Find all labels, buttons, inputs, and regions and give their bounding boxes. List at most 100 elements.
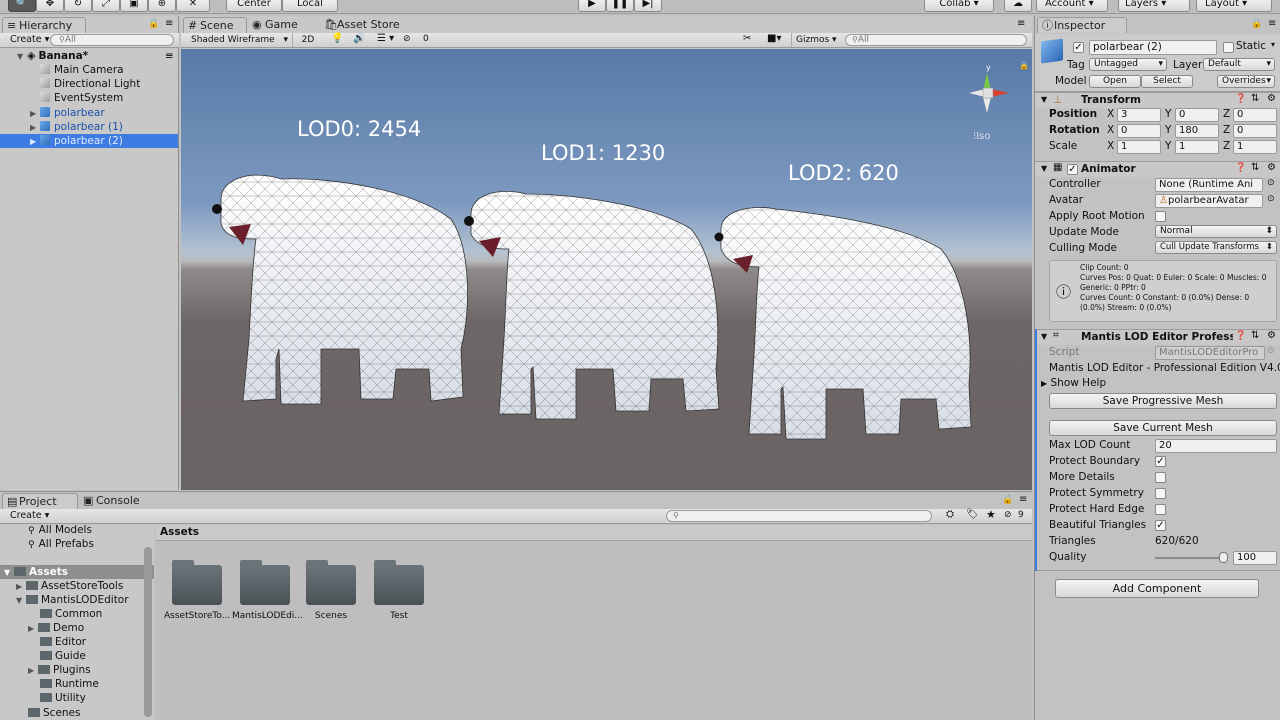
component-settings-icon[interactable]: ⚙ (1267, 162, 1276, 173)
cloud-button[interactable]: ☁ (1004, 0, 1032, 12)
active-checkbox[interactable]: ✓ (1073, 42, 1084, 53)
scene-menu-icon[interactable]: ≡ (165, 49, 174, 63)
folder-assetstoretools[interactable]: ▶ AssetStoreTools (16, 579, 123, 593)
hierarchy-item-directional-light[interactable]: Directional Light (40, 77, 140, 91)
controller-field[interactable]: None (Runtime Ani (1155, 178, 1263, 192)
layers-button[interactable]: Layers ▾ (1118, 0, 1190, 12)
asset-folder-scenes[interactable]: Scenes (302, 560, 366, 621)
static-checkbox[interactable] (1223, 42, 1234, 53)
camera-icon[interactable]: ■▾ (767, 33, 781, 44)
foldout-arrow-icon[interactable]: ▼ (1041, 164, 1047, 173)
help-icon[interactable]: ❓ (1235, 163, 1246, 173)
help-icon[interactable]: ❓ (1235, 331, 1246, 341)
collab-button[interactable]: Collab ▾ (924, 0, 994, 12)
pause-button[interactable]: ❚❚ (606, 0, 634, 12)
create-dropdown[interactable]: Create ▾ (10, 34, 49, 45)
layer-dropdown[interactable]: Default ▾ (1203, 58, 1275, 71)
rotation-x-field[interactable]: 0 (1117, 124, 1161, 138)
transform-tool-button[interactable]: ⊕ (148, 0, 176, 12)
breadcrumb-assets[interactable]: Assets (160, 526, 199, 538)
transform-header[interactable]: ▼ ⊥ Transform ❓ ⇅ ⚙ (1035, 92, 1280, 108)
preset-icon[interactable]: ⇅ (1251, 330, 1259, 341)
mantis-header[interactable]: ▼ ⌗ Mantis LOD Editor Professi ❓ ⇅ ⚙ (1035, 329, 1280, 345)
expand-arrow-icon[interactable]: ▶ (30, 107, 40, 121)
more-details-checkbox[interactable] (1155, 472, 1166, 483)
rotation-y-field[interactable]: 180 (1175, 124, 1219, 138)
project-search-input[interactable]: ⚲ (666, 510, 932, 522)
help-icon[interactable]: ❓ (1235, 94, 1246, 104)
hierarchy-item-polarbear-2[interactable]: ▶ polarbear (2) (0, 134, 178, 148)
tree-scrollbar[interactable] (144, 547, 152, 717)
expand-arrow-icon[interactable]: ▶ (28, 664, 38, 678)
culling-mode-dropdown[interactable]: Cull Update Transforms ⬍ (1155, 241, 1277, 254)
asset-folder-assetstoretools[interactable]: AssetStoreTo... (164, 560, 230, 621)
quality-slider[interactable] (1155, 552, 1228, 564)
asset-folder-mantislodeditor[interactable]: MantisLODEdi... (232, 560, 303, 621)
scale-y-field[interactable]: 1 (1175, 140, 1219, 154)
animator-enabled-checkbox[interactable]: ✓ (1067, 164, 1078, 175)
scene-viewport[interactable]: LOD0: 2454 LOD1: 1230 LOD2: 620 y 🔒 ⁝Iso (181, 49, 1032, 490)
tab-asset-store[interactable]: 🛍 Asset Store (321, 17, 431, 33)
lock-icon[interactable]: 🔒 (1251, 19, 1262, 29)
favorite-all-prefabs[interactable]: ⚲ All Prefabs (28, 537, 94, 551)
position-x-field[interactable]: 3 (1117, 108, 1161, 122)
object-name-field[interactable]: polarbear (2) (1089, 40, 1217, 55)
hierarchy-search-input[interactable]: ⚲All (50, 34, 174, 46)
preset-icon[interactable]: ⇅ (1251, 162, 1259, 173)
tab-inspector[interactable]: ⓘ Inspector (1037, 17, 1127, 33)
lock-icon[interactable]: 🔒 (148, 19, 159, 29)
hierarchy-item-polarbear[interactable]: ▶ polarbear (30, 106, 105, 120)
tab-project[interactable]: ▤ Project (2, 493, 78, 509)
hierarchy-item-main-camera[interactable]: Main Camera (40, 63, 124, 77)
component-settings-icon[interactable]: ⚙ (1267, 330, 1276, 341)
scale-z-field[interactable]: 1 (1233, 140, 1277, 154)
show-help-foldout[interactable]: ▶ Show Help (1041, 377, 1106, 389)
animator-header[interactable]: ▼ ▦ ✓ Animator ❓ ⇅ ⚙ (1035, 161, 1280, 177)
protect-symmetry-checkbox[interactable] (1155, 488, 1166, 499)
draw-mode-dropdown[interactable]: Shaded Wireframe ▾ (185, 33, 293, 47)
tab-scene[interactable]: # Scene (183, 17, 247, 33)
hierarchy-item-polarbear-1[interactable]: ▶ polarbear (1) (30, 120, 123, 134)
folder-plugins[interactable]: ▶ Plugins (28, 663, 91, 677)
filter-by-type-icon[interactable]: ⛭ (946, 509, 954, 520)
avatar-field[interactable]: ♙polarbearAvatar (1155, 194, 1263, 208)
lighting-icon[interactable]: 💡 (331, 33, 343, 44)
folder-utility[interactable]: Utility (40, 691, 86, 705)
model-select-button[interactable]: Select (1141, 75, 1193, 88)
play-button[interactable]: ▶ (578, 0, 606, 12)
folder-assets-root[interactable]: ▼ Assets (0, 565, 154, 579)
expand-arrow-icon[interactable]: ▶ (28, 622, 38, 636)
expand-arrow-icon[interactable]: ▶ (30, 135, 40, 149)
object-picker-icon[interactable]: ⊙ (1267, 194, 1275, 204)
max-lod-field[interactable]: 20 (1155, 439, 1277, 453)
model-open-button[interactable]: Open (1089, 75, 1141, 88)
overrides-dropdown[interactable]: Overrides ▾ (1217, 75, 1275, 88)
object-picker-icon[interactable]: ⊙ (1267, 178, 1275, 188)
component-settings-icon[interactable]: ⚙ (1267, 93, 1276, 104)
foldout-arrow-icon[interactable]: ▼ (1041, 332, 1047, 341)
folder-editor[interactable]: Editor (40, 635, 86, 649)
account-button[interactable]: Account ▾ (1036, 0, 1108, 12)
protect-hard-edge-checkbox[interactable] (1155, 504, 1166, 515)
2d-toggle[interactable]: 2D (297, 33, 319, 47)
tab-hierarchy[interactable]: ≡ Hierarchy (2, 17, 86, 33)
save-current-mesh-button[interactable]: Save Current Mesh (1049, 420, 1277, 436)
step-button[interactable]: ▶| (634, 0, 662, 12)
hidden-packages-icon[interactable]: ⊘ (1004, 510, 1012, 520)
tag-dropdown[interactable]: Untagged ▾ (1089, 58, 1167, 71)
asset-folder-test[interactable]: Test (370, 560, 434, 621)
foldout-arrow-icon[interactable]: ▼ (1041, 95, 1047, 104)
gizmos-dropdown[interactable]: Gizmos ▾ (791, 33, 841, 47)
scale-x-field[interactable]: 1 (1117, 140, 1161, 154)
scale-tool-button[interactable]: ⤢ (92, 0, 120, 12)
scene-search-input[interactable]: ⚲All (845, 34, 1027, 46)
tools-settings-icon[interactable]: ✂ (743, 33, 751, 44)
gizmo-lock-icon[interactable]: 🔒 (1019, 61, 1029, 70)
quality-field[interactable]: 100 (1233, 551, 1277, 565)
favorite-all-models[interactable]: ⚲ All Models (28, 525, 92, 537)
hidden-objects-icon[interactable]: ⊘ (403, 34, 411, 44)
lock-icon[interactable]: 🔒 (1002, 495, 1013, 505)
pivot-space-button[interactable]: Local (282, 0, 338, 12)
expand-arrow-icon[interactable]: ▼ (17, 50, 27, 64)
hierarchy-item-eventsystem[interactable]: EventSystem (40, 91, 123, 105)
